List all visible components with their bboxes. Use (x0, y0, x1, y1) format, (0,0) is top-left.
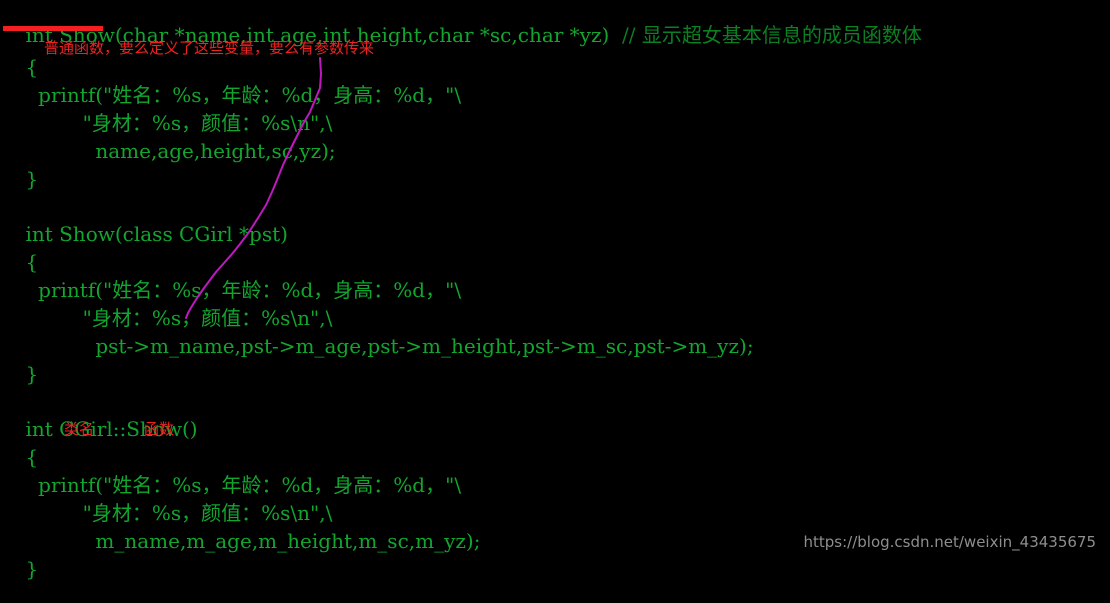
code-line: } (0, 536, 38, 602)
code-text: } (25, 557, 39, 581)
annotation-note-class-name: 类名 (64, 420, 95, 438)
code-comment: // 显示超女基本信息的成员函数体 (622, 23, 922, 47)
code-text: } (25, 362, 39, 386)
code-text: name,age,height,sc,yz); (25, 139, 336, 163)
code-line: name,age,height,sc,yz); (0, 118, 336, 184)
code-editor-canvas: int Show(char *name,int age,int height,c… (0, 0, 1110, 580)
code-line: int Show(char *name,int age,int height,c… (0, 2, 922, 68)
annotation-note-function: 函数 (144, 420, 175, 438)
watermark-url: https://blog.csdn.net/weixin_43435675 (803, 533, 1096, 551)
code-text: pst->m_name,pst->m_age,pst->m_height,pst… (25, 334, 754, 358)
code-line: m_name,m_age,m_height,m_sc,m_yz); (0, 508, 480, 574)
code-text: } (25, 167, 39, 191)
red-underline-annotation (3, 26, 103, 31)
code-text: m_name,m_age,m_height,m_sc,m_yz); (25, 529, 481, 553)
annotation-note-ordinary-function: 普通函数，要么定义了这些变量，要么有参数传来 (44, 39, 375, 57)
code-line: pst->m_name,pst->m_age,pst->m_height,pst… (0, 313, 754, 379)
code-text: int Show(class CGirl *pst) (25, 222, 288, 246)
